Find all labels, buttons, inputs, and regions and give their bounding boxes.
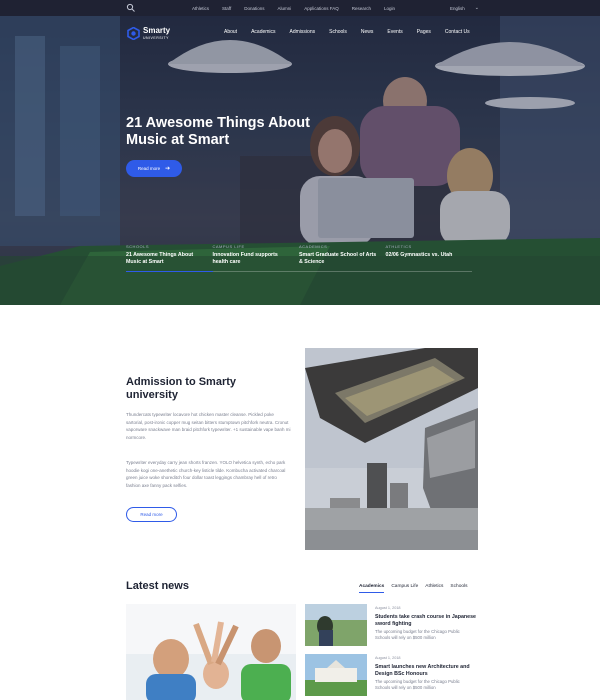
site-logo[interactable]: Smarty UNIVERSITY — [127, 27, 170, 40]
utility-link-alumni[interactable]: Alumni — [277, 6, 291, 11]
news-headline[interactable]: Smart launches new Architecture and Desi… — [375, 664, 480, 678]
teaser-category: ATHLETICS — [385, 244, 412, 249]
news-thumbnail — [305, 604, 367, 646]
news-tabs: Academics Campus Life Athletics Schools — [359, 584, 475, 593]
chevron-down-icon: ⌄ — [474, 5, 479, 11]
language-label: English — [450, 5, 465, 11]
news-excerpt: The upcoming budget for the Chicago Publ… — [375, 629, 460, 640]
nav-item-academics[interactable]: Academics — [251, 29, 275, 35]
teaser-item[interactable]: ACADEMICS Smart Graduate School of Arts … — [299, 244, 386, 272]
nav-item-contact-us[interactable]: Contact Us — [445, 29, 470, 35]
admission-paragraph: Typewriter everyday carry jean shorts fr… — [126, 460, 286, 488]
hero-title: 21 Awesome Things About Music at Smart — [126, 115, 310, 148]
admission-read-more-button[interactable]: Read more — [126, 507, 177, 522]
utility-links: Athletics Staff Donations Alumni Applica… — [192, 0, 408, 16]
teaser-title: 02/06 Gymnastics vs. Utah — [385, 252, 453, 258]
teaser-category: CAMPUS LIFE — [212, 244, 245, 249]
utility-link-applications-faq[interactable]: Applications FAQ — [304, 6, 339, 11]
teaser-title: 21 Awesome Things About Music at Smart — [126, 252, 194, 265]
brand-name: Smarty — [143, 26, 171, 35]
top-utility-bar: Athletics Staff Donations Alumni Applica… — [0, 0, 600, 16]
nav-item-schools[interactable]: Schools — [329, 29, 347, 35]
tab-academics[interactable]: Academics — [359, 584, 385, 593]
hero-read-more-button[interactable]: Read more ➔ — [126, 160, 182, 177]
utility-link-research[interactable]: Research — [352, 6, 371, 11]
arrow-right-icon: ➔ — [165, 166, 171, 172]
nav-item-admissions[interactable]: Admissions — [290, 29, 316, 35]
teaser-title: Smart Graduate School of Arts & Science — [299, 252, 377, 265]
tab-schools[interactable]: Schools — [450, 584, 467, 593]
teaser-item[interactable]: CAMPUS LIFE Innovation Fund supports hea… — [212, 244, 299, 272]
teaser-item[interactable]: SCHOOLS 21 Awesome Things About Music at… — [126, 244, 213, 272]
news-thumbnail — [305, 654, 367, 696]
admission-title: Admission to Smarty university — [126, 376, 237, 401]
utility-link-athletics[interactable]: Athletics — [192, 6, 209, 11]
search-icon[interactable] — [126, 3, 136, 13]
tab-campus-life[interactable]: Campus Life — [391, 584, 418, 593]
hero-teasers: SCHOOLS 21 Awesome Things About Music at… — [126, 244, 472, 272]
admission-paragraph: Thundercats typewriter locavore hot chic… — [126, 412, 291, 440]
utility-link-donations[interactable]: Donations — [244, 6, 264, 11]
teaser-item[interactable]: ATHLETICS 02/06 Gymnastics vs. Utah — [385, 244, 472, 272]
news-date: August 1, 2018 — [375, 606, 401, 610]
nav-item-pages[interactable]: Pages — [417, 29, 431, 35]
latest-news-title: Latest news — [126, 580, 189, 592]
teaser-category: SCHOOLS — [126, 244, 150, 249]
hero-section: Smarty UNIVERSITY About Academics Admiss… — [0, 16, 600, 305]
tab-athletics[interactable]: Athletics — [425, 584, 443, 593]
logo-hexagon-icon — [127, 27, 140, 40]
utility-link-login[interactable]: Login — [384, 6, 395, 11]
main-navigation: About Academics Admissions Schools News … — [224, 29, 484, 35]
featured-news-photo[interactable] — [126, 604, 296, 700]
admission-button-label: Read more — [140, 512, 163, 517]
nav-item-news[interactable]: News — [361, 29, 374, 35]
hero-button-label: Read more — [137, 166, 161, 171]
utility-link-staff[interactable]: Staff — [222, 6, 231, 11]
nav-item-about[interactable]: About — [224, 29, 237, 35]
nav-item-events[interactable]: Events — [387, 29, 402, 35]
news-excerpt: The upcoming budget for the Chicago Publ… — [375, 679, 460, 690]
news-headline[interactable]: Students take crash course in Japanese s… — [375, 614, 480, 628]
language-select[interactable]: English ⌄ — [450, 0, 479, 16]
admission-building-photo — [305, 348, 478, 550]
teaser-category: ACADEMICS — [299, 244, 328, 249]
news-date: August 1, 2018 — [375, 656, 401, 660]
brand-tagline: UNIVERSITY — [143, 36, 170, 40]
teaser-title: Innovation Fund supports health care — [212, 252, 278, 265]
